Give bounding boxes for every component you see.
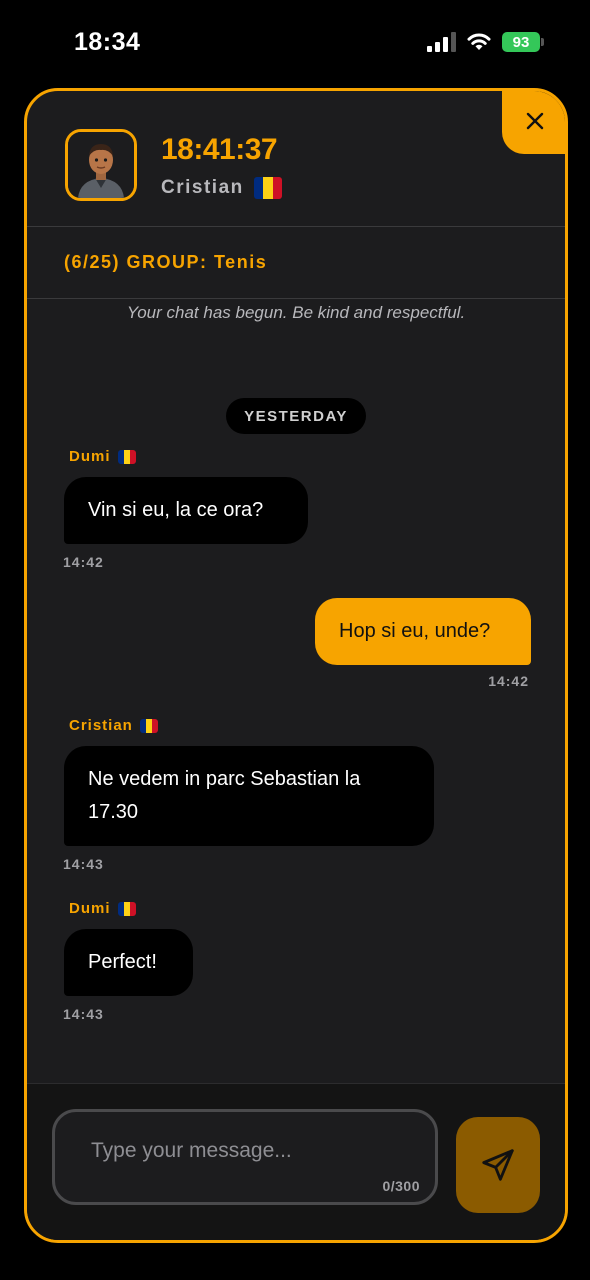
battery-icon: 93	[502, 32, 544, 52]
group-bar: (6/25) GROUP: Tenis	[27, 226, 565, 299]
sender-name: Cristian	[69, 717, 133, 734]
message-time: 14:43	[63, 1006, 104, 1022]
message-bubble-outgoing: Hop si eu, unde?	[315, 598, 531, 665]
message-sender: Cristian	[69, 717, 158, 734]
date-divider: YESTERDAY	[226, 398, 366, 434]
chat-notice: Your chat has begun. Be kind and respect…	[126, 303, 466, 322]
message-bubble-incoming: Ne vedem in parc Sebastian la 17.30	[64, 746, 434, 846]
send-icon	[482, 1149, 514, 1181]
message-time: 14:43	[63, 856, 104, 872]
message-input[interactable]	[89, 1138, 413, 1164]
message-time: 14:42	[63, 554, 104, 570]
romania-flag-icon	[117, 449, 136, 464]
message-bubble-incoming: Vin si eu, la ce ora?	[64, 477, 308, 544]
avatar[interactable]	[65, 129, 137, 201]
cellular-signal-icon	[427, 32, 456, 52]
message-sender: Dumi	[69, 900, 136, 917]
chat-timer: 18:41:37	[161, 133, 278, 166]
wifi-icon	[467, 33, 491, 50]
battery-level: 93	[512, 33, 530, 51]
avatar-image	[68, 132, 134, 198]
message-bubble-incoming: Perfect!	[64, 929, 193, 996]
sender-name: Dumi	[69, 900, 111, 917]
message-input-box[interactable]: 0/300	[52, 1109, 438, 1205]
chat-header: 18:41:37 Cristian	[27, 91, 565, 227]
user-line: Cristian	[161, 177, 282, 199]
group-label: (6/25) GROUP: Tenis	[64, 252, 268, 272]
romania-flag-icon	[139, 718, 158, 733]
sender-name: Dumi	[69, 448, 111, 465]
chat-panel: 18:41:37 Cristian (6/25) GROUP: Tenis Yo…	[24, 88, 568, 1243]
romania-flag-icon	[117, 901, 136, 916]
romania-flag-icon	[253, 177, 282, 199]
send-button[interactable]	[456, 1117, 540, 1213]
composer: 0/300	[27, 1083, 565, 1240]
character-counter: 0/300	[382, 1178, 420, 1194]
status-icons: 93	[427, 32, 544, 52]
status-time: 18:34	[74, 28, 141, 56]
message-sender: Dumi	[69, 448, 136, 465]
message-time: 14:42	[488, 673, 529, 689]
user-name: Cristian	[161, 177, 244, 198]
